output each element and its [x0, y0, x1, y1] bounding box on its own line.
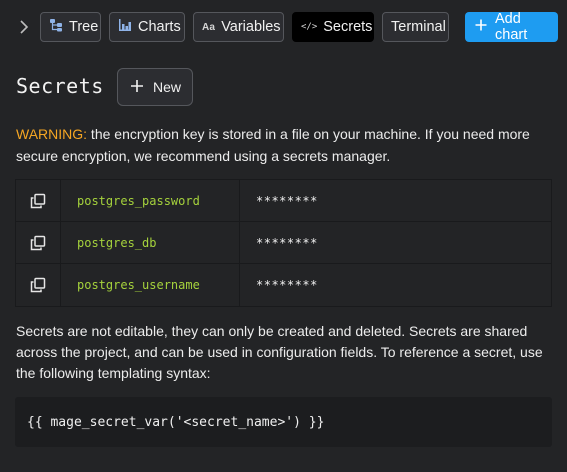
tab-variables-label: Variables — [221, 19, 281, 35]
secret-name: postgres_password — [61, 180, 240, 221]
sidekick-toolbar: Tree Charts Aa Variables </> Secrets Ter… — [0, 11, 567, 43]
page-title: Secrets — [16, 74, 104, 98]
add-chart-label: Add chart — [495, 11, 528, 43]
chevron-right-icon[interactable] — [16, 19, 32, 35]
copy-icon[interactable] — [16, 180, 61, 221]
table-row: postgres_username ******** — [16, 264, 551, 306]
tab-secrets[interactable]: </> Secrets — [292, 12, 374, 42]
secrets-description: Secrets are not editable, they can only … — [16, 323, 543, 381]
encryption-warning: WARNING: the encryption key is stored in… — [16, 123, 556, 167]
secret-value: ******** — [256, 278, 318, 292]
secret-value: ******** — [256, 235, 318, 250]
bar-chart-icon — [118, 18, 132, 36]
warning-label: WARNING: — [16, 126, 88, 142]
table-row: postgres_password ******** — [16, 180, 551, 222]
tab-terminal-label: Terminal — [391, 19, 446, 35]
secrets-table: postgres_password ******** postgres_db *… — [15, 179, 552, 307]
tab-secrets-label: Secrets — [323, 19, 373, 35]
copy-icon[interactable] — [16, 222, 61, 263]
tab-variables[interactable]: Aa Variables — [193, 12, 284, 42]
tab-tree[interactable]: Tree — [40, 12, 101, 42]
new-secret-label: New — [153, 79, 182, 95]
new-secret-button[interactable]: New — [117, 68, 193, 106]
add-chart-button[interactable]: Add chart — [465, 11, 558, 43]
table-row: postgres_db ******** — [16, 222, 551, 264]
tree-icon — [49, 18, 63, 36]
tab-tree-label: Tree — [69, 19, 99, 35]
secrets-panel: Tree Charts Aa Variables </> Secrets Ter… — [0, 0, 567, 472]
secret-name: postgres_username — [61, 264, 240, 306]
tab-charts[interactable]: Charts — [109, 12, 185, 42]
plus-icon — [475, 19, 487, 35]
tab-terminal[interactable]: Terminal — [382, 12, 449, 42]
template-syntax-code: {{ mage_secret_var('<secret_name>') }} — [15, 397, 552, 447]
text-aa-icon: Aa — [202, 21, 216, 33]
tab-charts-label: Charts — [138, 19, 181, 35]
copy-icon[interactable] — [16, 264, 61, 306]
warning-text: the encryption key is stored in a file o… — [16, 126, 530, 164]
code-icon: </> — [301, 22, 318, 32]
plus-icon — [130, 79, 144, 96]
secret-value: ******** — [256, 193, 318, 208]
secret-name: postgres_db — [61, 222, 240, 263]
